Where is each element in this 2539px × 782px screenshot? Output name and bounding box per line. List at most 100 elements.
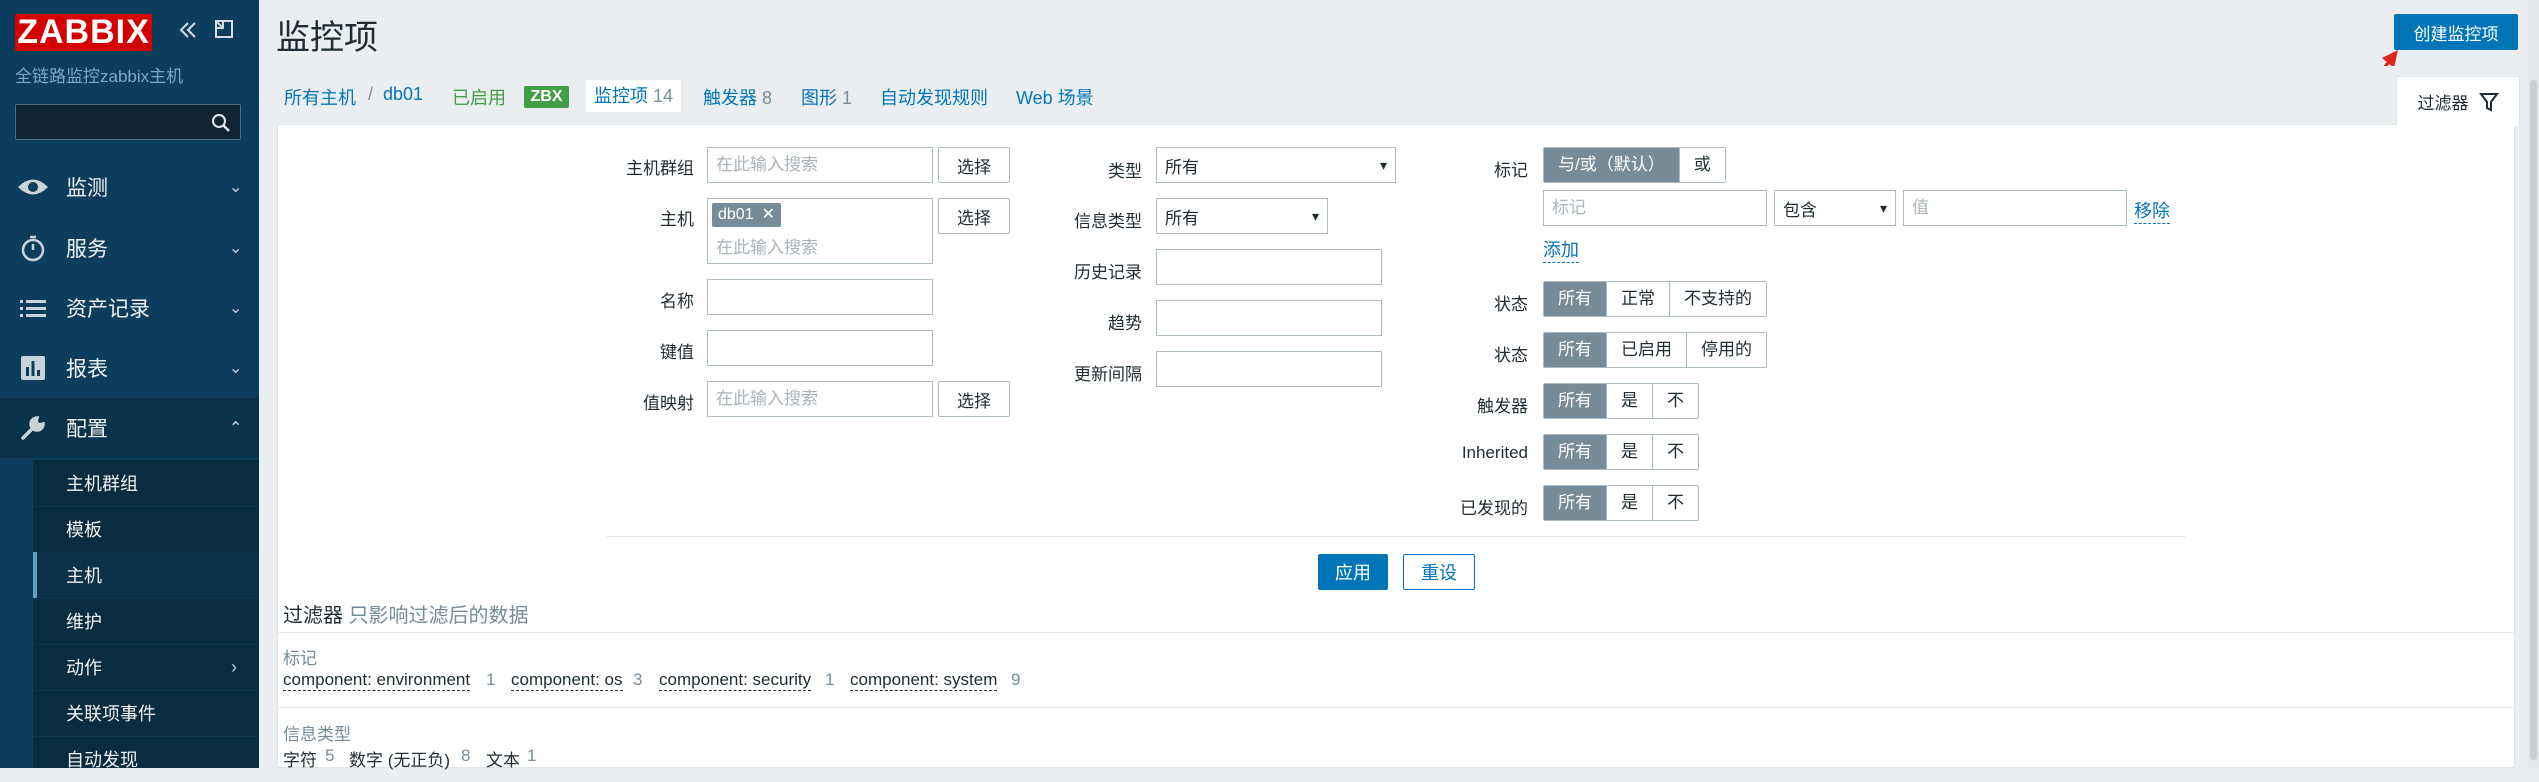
tab-label: 触发器 xyxy=(703,88,757,108)
menu-reports[interactable]: 报表 ⌄ xyxy=(0,338,259,398)
subfilter-tag[interactable]: component: system xyxy=(850,670,998,691)
scrollbar-thumb[interactable] xyxy=(2530,80,2537,760)
update-interval-input[interactable] xyxy=(1156,351,1382,387)
triggers-no-option[interactable]: 不 xyxy=(1653,384,1698,418)
status-all-option[interactable]: 所有 xyxy=(1544,333,1607,367)
triggers-all-option[interactable]: 所有 xyxy=(1544,384,1607,418)
submenu-discovery[interactable]: 自动发现 xyxy=(33,736,259,782)
subfilter-tag-count: 1 xyxy=(825,670,835,689)
inherited-yes-option[interactable]: 是 xyxy=(1607,435,1653,469)
divider xyxy=(278,632,2514,633)
submenu-event-correlation[interactable]: 关联项事件 xyxy=(33,690,259,736)
breadcrumb-host[interactable]: db01 xyxy=(383,84,423,105)
tab-graphs[interactable]: 图形 1 xyxy=(801,84,852,110)
tab-triggers[interactable]: 触发器 8 xyxy=(703,84,772,110)
submenu-host-groups[interactable]: 主机群组 xyxy=(33,460,259,506)
menu-monitoring[interactable]: 监测 ⌄ xyxy=(0,157,259,217)
inherited-no-option[interactable]: 不 xyxy=(1653,435,1698,469)
tab-web-scenarios[interactable]: Web 场景 xyxy=(1016,84,1094,110)
tab-discovery-rules[interactable]: 自动发现规则 xyxy=(880,84,988,110)
breadcrumb-all-hosts[interactable]: 所有主机 xyxy=(284,84,356,110)
inherited-toggle[interactable]: 所有 是 不 xyxy=(1543,434,1699,470)
host-status[interactable]: 已启用 xyxy=(452,84,506,110)
collapse-sidebar-icon[interactable] xyxy=(176,18,200,42)
sidebar-search-input[interactable] xyxy=(16,105,240,139)
subfilter-info-type[interactable]: 数字 (无正负) xyxy=(349,746,450,771)
filter-icon xyxy=(2478,92,2499,112)
type-select[interactable]: 所有 ▾ xyxy=(1156,147,1396,183)
value-map-select-button[interactable]: 选择 xyxy=(938,381,1010,417)
value-map-input[interactable] xyxy=(707,381,933,417)
status-toggle[interactable]: 所有 已启用 停用的 xyxy=(1543,332,1767,368)
wrench-icon xyxy=(0,414,66,442)
key-input[interactable] xyxy=(707,330,933,366)
host-select-button[interactable]: 选择 xyxy=(938,198,1010,234)
tag-name-input[interactable] xyxy=(1543,190,1767,226)
status-disabled-option[interactable]: 停用的 xyxy=(1687,333,1766,367)
tags-operator-toggle[interactable]: 与/或（默认） 或 xyxy=(1543,147,1726,183)
menu-inventory[interactable]: 资产记录 ⌄ xyxy=(0,278,259,338)
subfilter-tag[interactable]: component: security xyxy=(659,670,812,691)
scrollbar[interactable] xyxy=(2528,0,2539,768)
tag-operator-select[interactable]: 包含 ▾ xyxy=(1774,190,1896,226)
subfilter-info-type[interactable]: 文本 xyxy=(486,746,520,771)
menu-label: 监测 xyxy=(66,177,108,200)
menu-services[interactable]: 服务 ⌄ xyxy=(0,218,259,278)
trends-input[interactable] xyxy=(1156,300,1382,336)
menu-label: 配置 xyxy=(66,418,108,441)
host-group-select-button[interactable]: 选择 xyxy=(938,147,1010,183)
tags-and-or-option[interactable]: 与/或（默认） xyxy=(1544,148,1680,182)
chevron-down-icon: ⌄ xyxy=(229,240,243,257)
tags-label: 标记 xyxy=(1494,161,1528,180)
menu-configuration[interactable]: 配置 ⌃ xyxy=(0,398,259,458)
tag-operator-value: 包含 xyxy=(1783,200,1817,220)
add-tag-link[interactable]: 添加 xyxy=(1543,236,1579,263)
tab-count: 14 xyxy=(653,86,674,106)
reset-button[interactable]: 重设 xyxy=(1403,554,1475,590)
search-icon[interactable] xyxy=(210,112,232,134)
state-label: 状态 xyxy=(1494,295,1528,314)
tag-value-input[interactable] xyxy=(1903,190,2127,226)
submenu-actions[interactable]: 动作 › xyxy=(33,644,259,690)
submenu-maintenance[interactable]: 维护 xyxy=(33,598,259,644)
state-unsupported-option[interactable]: 不支持的 xyxy=(1670,282,1766,316)
history-input[interactable] xyxy=(1156,249,1382,285)
state-all-option[interactable]: 所有 xyxy=(1544,282,1607,316)
subfilter-tag[interactable]: component: os xyxy=(511,670,623,691)
state-toggle[interactable]: 所有 正常 不支持的 xyxy=(1543,281,1767,317)
state-normal-option[interactable]: 正常 xyxy=(1607,282,1670,316)
triggers-yes-option[interactable]: 是 xyxy=(1607,384,1653,418)
subfilter-info-type[interactable]: 字符 xyxy=(283,746,317,771)
discovered-all-option[interactable]: 所有 xyxy=(1544,486,1607,520)
discovered-label: 已发现的 xyxy=(1460,499,1528,518)
filter-tab[interactable]: 过滤器 xyxy=(2396,76,2520,126)
host-group-input[interactable] xyxy=(707,147,933,183)
submenu-templates[interactable]: 模板 xyxy=(33,506,259,552)
discovered-no-option[interactable]: 不 xyxy=(1653,486,1698,520)
subfilter-tag-count: 3 xyxy=(633,670,643,689)
name-label: 名称 xyxy=(660,292,694,311)
submenu-hosts[interactable]: 主机 xyxy=(33,552,259,598)
kiosk-mode-icon[interactable] xyxy=(212,18,236,42)
tags-or-option[interactable]: 或 xyxy=(1679,148,1725,182)
triggers-toggle[interactable]: 所有 是 不 xyxy=(1543,383,1699,419)
status-enabled-option[interactable]: 已启用 xyxy=(1607,333,1687,367)
remove-chip-icon[interactable]: ✕ xyxy=(762,203,775,227)
remove-tag-link[interactable]: 移除 xyxy=(2134,197,2170,224)
apply-button[interactable]: 应用 xyxy=(1318,554,1388,590)
sidebar-search[interactable] xyxy=(15,104,241,140)
configuration-submenu: 主机群组 模板 主机 维护 动作 › 关联项事件 自动发现 xyxy=(33,460,259,770)
tab-items[interactable]: 监控项 14 xyxy=(586,80,682,112)
update-interval-label: 更新间隔 xyxy=(1074,365,1142,384)
discovered-yes-option[interactable]: 是 xyxy=(1607,486,1653,520)
subfilter-title: 过滤器 只影响过滤后的数据 xyxy=(283,599,529,628)
subfilter-tag[interactable]: component: environment xyxy=(283,670,471,691)
host-multiselect[interactable]: db01 ✕ 在此输入搜索 xyxy=(707,198,933,264)
discovered-toggle[interactable]: 所有 是 不 xyxy=(1543,485,1699,521)
info-type-select[interactable]: 所有 ▾ xyxy=(1156,198,1328,234)
stopwatch-icon xyxy=(0,234,66,262)
chip-label: db01 xyxy=(718,206,754,223)
inherited-all-option[interactable]: 所有 xyxy=(1544,435,1607,469)
zabbix-logo[interactable]: ZABBIX xyxy=(15,14,152,51)
name-input[interactable] xyxy=(707,279,933,315)
